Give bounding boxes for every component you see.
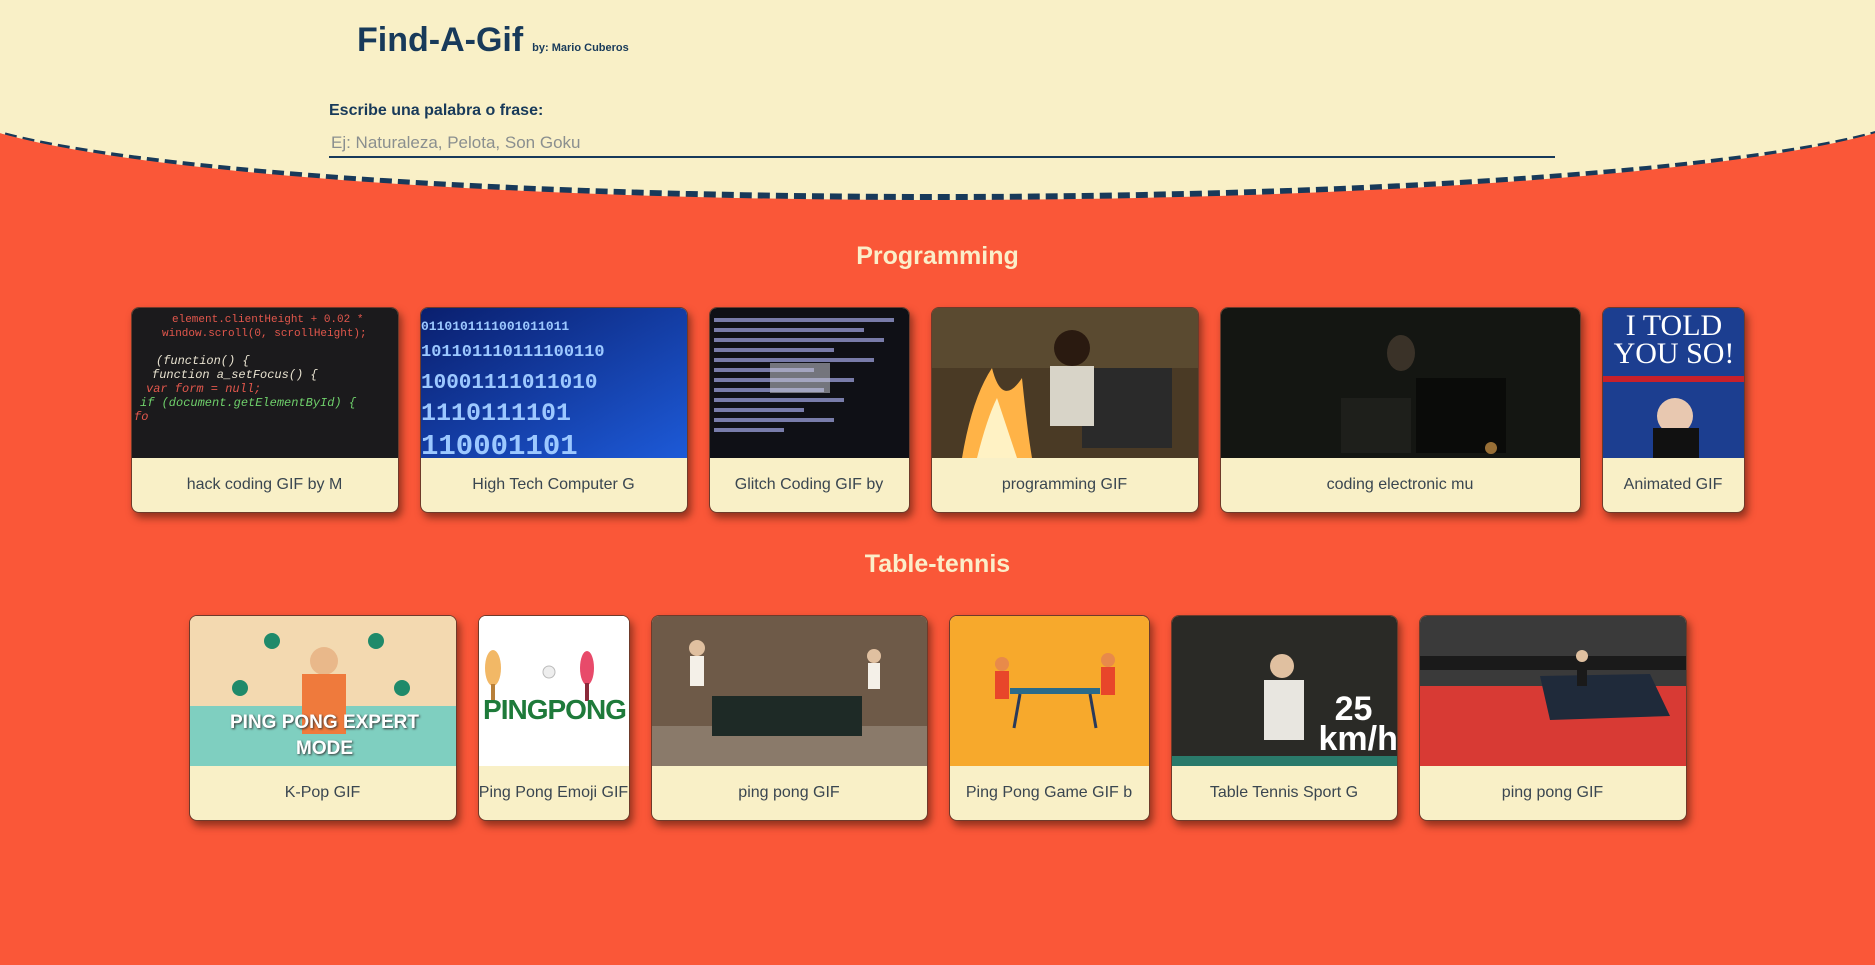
gif-caption: programming GIF [1001, 476, 1128, 493]
gif-caption: ping pong GIF [738, 784, 840, 801]
gif-caption: Glitch Coding GIF by [734, 476, 884, 493]
title-group: Find-A-Gif by: Mario Cuberos [357, 21, 629, 60]
gif-thumbnail [651, 616, 927, 766]
gif-caption: Ping Pong Game GIF b [965, 784, 1133, 801]
gif-card[interactable]: PINGPONG Ping Pong Emoji GIF [477, 615, 630, 821]
gif-card[interactable]: ping pong GIF [1418, 615, 1687, 821]
svg-text:0110101111001011011: 0110101111001011011 [421, 319, 569, 334]
svg-text:fo: fo [134, 410, 148, 424]
gif-card[interactable]: I TOLD YOU SO! Animated GIF [1601, 307, 1745, 513]
gif-card[interactable]: 0110101111001011011 101101110111100110 1… [419, 307, 688, 513]
gif-row-programming: element.clientHeight + 0.02 * window.scr… [0, 307, 1875, 513]
svg-text:if (document.getElementById) {: if (document.getElementById) { [140, 396, 357, 410]
gif-card[interactable]: PING PONG EXPERT MODE K-Pop GIF [188, 615, 457, 821]
gif-thumbnail: element.clientHeight + 0.02 * window.scr… [131, 308, 398, 458]
gif-caption: Ping Pong Emoji GIF [478, 784, 629, 801]
gif-caption: Animated GIF [1623, 476, 1723, 493]
gif-thumbnail: PINGPONG [478, 616, 629, 766]
svg-text:element.clientHeight + 0.02 *: element.clientHeight + 0.02 * [172, 314, 363, 326]
gif-card[interactable]: ping pong GIF [650, 615, 928, 821]
app-title: Find-A-Gif [357, 21, 524, 59]
svg-text:101101110111100110: 101101110111100110 [421, 343, 605, 362]
section-title-programming: Programming [856, 242, 1019, 270]
gif-overlay-text: PING PONG EXPERT MODE [230, 712, 419, 759]
gif-thumbnail [949, 616, 1149, 766]
search-label: Escribe una palabra o frase: [329, 102, 544, 119]
section-title-table-tennis: Table-tennis [864, 550, 1011, 578]
gif-row-table-tennis: PING PONG EXPERT MODE K-Pop GIF PINGPONG… [0, 615, 1875, 821]
svg-text:1110111101: 1110111101 [421, 399, 571, 428]
gif-card[interactable]: coding electronic mu [1219, 307, 1581, 513]
svg-text:110001101: 110001101 [421, 430, 578, 458]
gif-thumbnail: 25 km/h [1171, 616, 1397, 766]
gif-overlay-text: PINGPONG [483, 694, 627, 725]
gif-caption: High Tech Computer G [472, 476, 635, 493]
header: Find-A-Gif by: Mario Cuberos Escribe una… [0, 0, 1875, 200]
gif-card[interactable]: programming GIF [930, 307, 1199, 513]
gif-thumbnail: 0110101111001011011 101101110111100110 1… [420, 308, 687, 458]
gif-overlay-text: I TOLD YOU SO! [1613, 309, 1735, 370]
gif-thumbnail [709, 308, 909, 458]
svg-text:10001111011010: 10001111011010 [421, 372, 597, 395]
gif-thumbnail [1419, 616, 1686, 766]
svg-text:var form = null;: var form = null; [146, 382, 261, 396]
author-byline: by: Mario Cuberos [532, 42, 629, 54]
gif-overlay-text: 25 km/h [1318, 690, 1397, 758]
gif-card[interactable]: Ping Pong Game GIF b [948, 615, 1150, 821]
gif-thumbnail [1220, 308, 1580, 458]
gif-caption: coding electronic mu [1326, 476, 1474, 493]
gif-caption: K-Pop GIF [284, 784, 361, 801]
gif-thumbnail: I TOLD YOU SO! [1602, 308, 1744, 458]
gif-card[interactable]: Glitch Coding GIF by [708, 307, 910, 513]
gif-card[interactable]: element.clientHeight + 0.02 * window.scr… [130, 307, 399, 513]
search-input[interactable] [329, 130, 1555, 158]
svg-text:(function() {: (function() { [156, 354, 250, 368]
gif-card[interactable]: 25 km/h Table Tennis Sport G [1170, 615, 1398, 821]
svg-text:window.scroll(0, scrollHeight): window.scroll(0, scrollHeight); [162, 328, 367, 340]
gif-caption: hack coding GIF by M [186, 476, 343, 493]
gif-thumbnail [931, 308, 1198, 458]
svg-text:function a_setFocus() {: function a_setFocus() { [152, 368, 318, 382]
gif-caption: Table Tennis Sport G [1209, 784, 1359, 801]
gif-caption: ping pong GIF [1501, 784, 1604, 801]
gif-thumbnail: PING PONG EXPERT MODE [189, 616, 456, 766]
